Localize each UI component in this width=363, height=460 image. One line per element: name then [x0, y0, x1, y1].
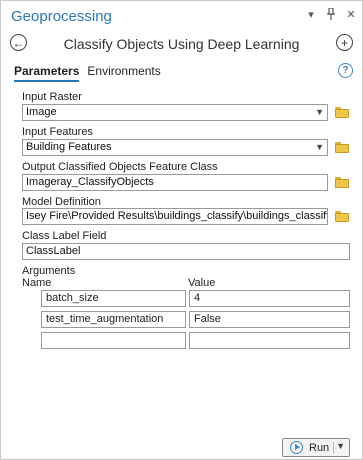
- pane-title: Geoprocessing: [11, 8, 112, 25]
- model-definition-input[interactable]: Isey Fire\Provided Results\buildings_cla…: [22, 208, 328, 225]
- argument-value-cell[interactable]: [189, 332, 350, 349]
- add-button[interactable]: +: [336, 34, 353, 51]
- tab-parameters[interactable]: Parameters: [14, 64, 80, 82]
- folder-browse-icon[interactable]: [335, 142, 349, 153]
- output-class-input[interactable]: Imageray_ClassifyObjects: [22, 174, 328, 191]
- chevron-down-icon: ▼: [315, 107, 324, 117]
- argument-value-cell[interactable]: False: [189, 311, 350, 328]
- input-raster-label: Input Raster: [22, 91, 82, 103]
- back-arrow-icon: ←: [12, 35, 25, 50]
- input-features-select[interactable]: Building Features ▼: [22, 139, 328, 156]
- folder-browse-icon[interactable]: [335, 211, 349, 222]
- argument-name-cell[interactable]: batch_size: [41, 290, 186, 307]
- input-features-label: Input Features: [22, 126, 93, 138]
- class-label-field-input[interactable]: ClassLabel: [22, 243, 350, 260]
- plus-icon: +: [340, 35, 348, 50]
- input-features-value: Building Features: [26, 141, 112, 153]
- arguments-name-header: Name: [22, 277, 52, 289]
- chevron-down-icon[interactable]: ▼: [336, 441, 345, 451]
- pin-icon[interactable]: [326, 7, 336, 24]
- pane-titlebar: Geoprocessing ▾ ✕: [1, 1, 362, 29]
- model-definition-label: Model Definition: [22, 196, 101, 208]
- geoprocessing-pane: Geoprocessing ▾ ✕ ← Classify Objects Usi…: [0, 0, 363, 460]
- argument-name-cell[interactable]: [41, 332, 186, 349]
- argument-name-cell[interactable]: test_time_augmentation: [41, 311, 186, 328]
- play-icon: [290, 441, 303, 454]
- run-button[interactable]: Run ▼: [282, 438, 350, 457]
- tool-title: Classify Objects Using Deep Learning: [63, 36, 300, 52]
- run-label: Run: [309, 441, 330, 454]
- folder-browse-icon[interactable]: [335, 177, 349, 188]
- input-raster-select[interactable]: Image ▼: [22, 104, 328, 121]
- pane-menu-icon[interactable]: ▾: [306, 8, 316, 24]
- chevron-down-icon: ▼: [315, 142, 324, 152]
- titlebar-icons: ▾ ✕: [306, 7, 356, 24]
- output-class-label: Output Classified Objects Feature Class: [22, 161, 218, 173]
- tab-environments[interactable]: Environments: [87, 64, 160, 82]
- input-raster-value: Image: [26, 106, 57, 118]
- class-label-field-label: Class Label Field: [22, 230, 107, 242]
- argument-value-cell[interactable]: 4: [189, 290, 350, 307]
- arguments-label: Arguments: [22, 265, 76, 277]
- arguments-value-header: Value: [188, 277, 216, 289]
- tab-bar: Parameters Environments: [14, 64, 161, 82]
- folder-browse-icon[interactable]: [335, 107, 349, 118]
- run-divider: [333, 442, 334, 454]
- help-icon[interactable]: ?: [338, 63, 353, 78]
- back-button[interactable]: ←: [10, 34, 27, 51]
- tool-header: ← Classify Objects Using Deep Learning +: [1, 31, 362, 57]
- close-icon[interactable]: ✕: [346, 8, 356, 24]
